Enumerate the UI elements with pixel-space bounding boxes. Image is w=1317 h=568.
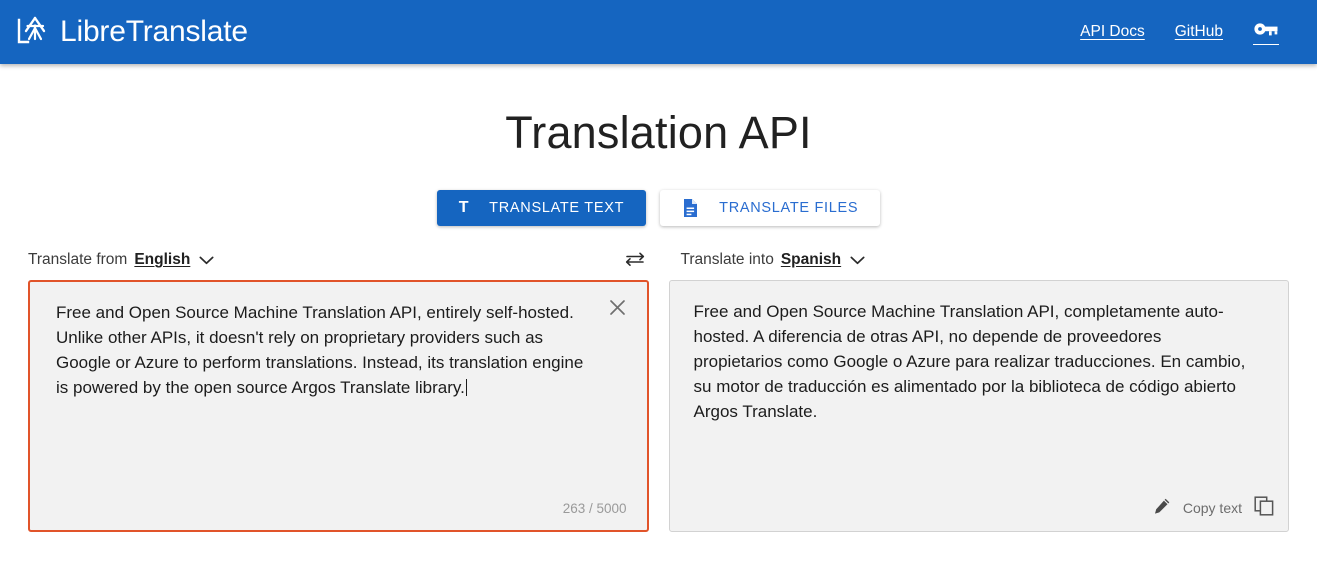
nav-links: API Docs GitHub <box>1080 19 1303 45</box>
nav-link-api-docs[interactable]: API Docs <box>1080 23 1145 41</box>
copy-text-label: Copy text <box>1182 499 1242 516</box>
target-actions: Copy text <box>1153 496 1274 519</box>
swap-languages-button[interactable] <box>621 248 649 272</box>
language-selector-row: Translate from English Translate into Sp… <box>28 248 1289 272</box>
key-icon <box>1253 19 1279 39</box>
translate-from-label: Translate from <box>28 251 128 268</box>
text-cursor <box>465 379 467 396</box>
chevron-down-icon <box>199 256 214 265</box>
text-t-icon: T <box>458 199 470 216</box>
pencil-edit-icon <box>1153 497 1171 518</box>
tab-translate-text[interactable]: T TRANSLATE TEXT <box>436 190 647 226</box>
mode-tabs: T TRANSLATE TEXT TRANSLATE FILES <box>28 190 1289 226</box>
target-text: Free and Open Source Machine Translation… <box>693 302 1251 421</box>
api-key-underline <box>1253 44 1279 45</box>
nav-link-github[interactable]: GitHub <box>1175 23 1223 41</box>
source-textarea[interactable]: Free and Open Source Machine Translation… <box>28 280 649 532</box>
translation-panels: Free and Open Source Machine Translation… <box>28 280 1289 532</box>
translate-into-label: Translate into <box>680 251 774 268</box>
source-text-value: Free and Open Source Machine Translation… <box>56 303 589 397</box>
clear-source-button[interactable] <box>605 296 631 322</box>
target-language-dropdown[interactable]: Spanish <box>781 251 865 269</box>
tab-translate-files-label: TRANSLATE FILES <box>719 200 859 216</box>
page-content: Translation API T TRANSLATE TEXT TRANSLA… <box>0 64 1317 532</box>
tab-translate-files[interactable]: TRANSLATE FILES <box>660 190 881 226</box>
api-key-button[interactable] <box>1253 19 1279 45</box>
source-language-dropdown[interactable]: English <box>134 251 214 269</box>
close-x-icon <box>609 299 626 319</box>
swap-horizontal-icon <box>624 251 646 270</box>
brand-title: LibreTranslate <box>60 15 248 48</box>
tab-translate-text-label: TRANSLATE TEXT <box>489 200 625 216</box>
copy-duplicate-icon <box>1254 496 1274 519</box>
page-title: Translation API <box>505 107 812 158</box>
libretranslate-logo-icon <box>14 14 50 50</box>
source-language-col: Translate from English <box>28 248 659 272</box>
character-counter: 263 / 5000 <box>562 501 627 516</box>
brand-home-link[interactable]: LibreTranslate <box>14 14 248 50</box>
document-icon <box>682 198 699 218</box>
source-language-value: English <box>134 251 191 268</box>
copy-text-button[interactable] <box>1254 496 1274 519</box>
target-textarea[interactable]: Free and Open Source Machine Translation… <box>668 280 1289 532</box>
target-language-col: Translate into Spanish <box>659 251 1290 269</box>
target-language-value: Spanish <box>780 251 842 268</box>
chevron-down-icon <box>850 256 865 265</box>
source-text: Free and Open Source Machine Translation… <box>56 300 589 400</box>
edit-translation-button[interactable] <box>1153 497 1171 518</box>
top-navbar: LibreTranslate API Docs GitHub <box>0 0 1317 64</box>
